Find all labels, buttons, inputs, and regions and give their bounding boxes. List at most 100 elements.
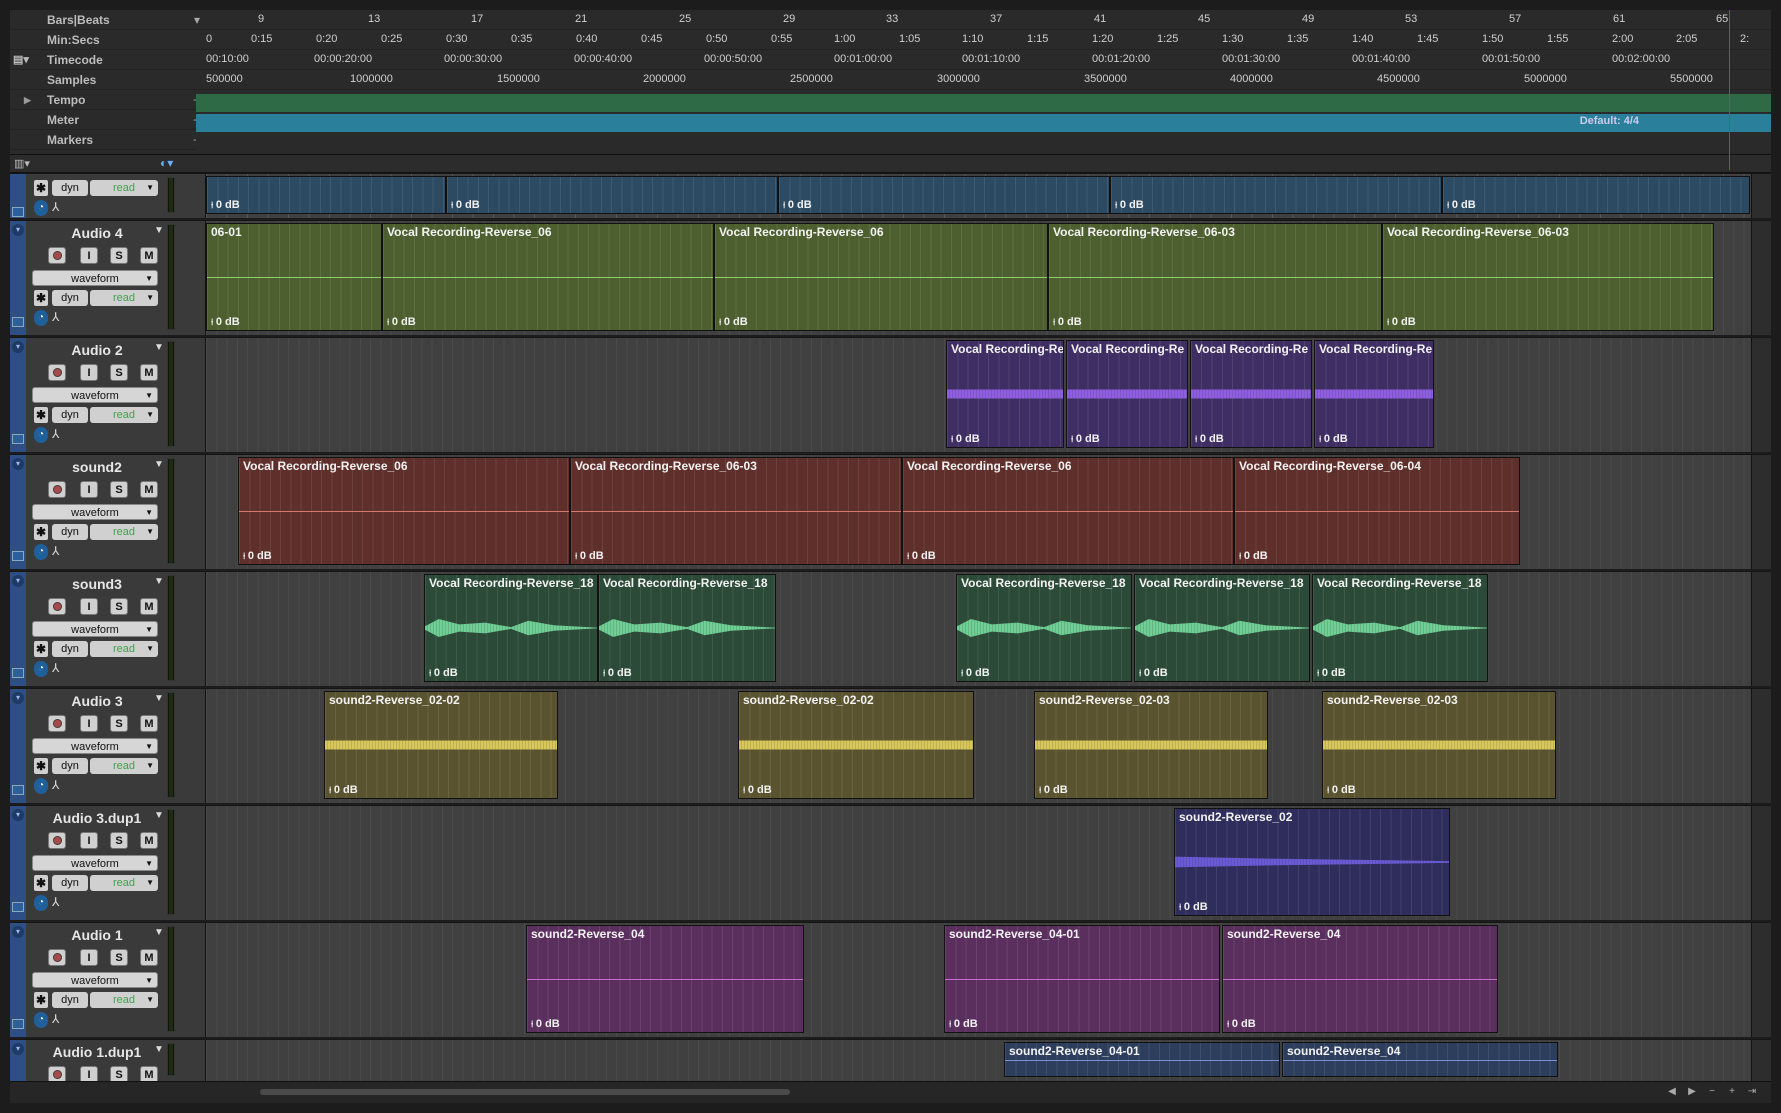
clip-gain-label[interactable]: 0 dB [575, 550, 604, 562]
clip-gain-label[interactable]: 0 dB [1195, 433, 1224, 445]
dyn-button[interactable]: dyn [52, 524, 88, 540]
track-name[interactable]: sound3 [32, 576, 162, 592]
voice-icon[interactable]: ◔ [34, 1012, 48, 1028]
audio-clip[interactable]: Vocal Recording-Reverse_06-04 0 dB [1234, 457, 1520, 565]
solo-button[interactable]: S [110, 481, 128, 498]
solo-button[interactable]: S [110, 832, 128, 849]
mute-button[interactable]: M [140, 247, 158, 264]
track-name[interactable]: Audio 2 [32, 342, 162, 358]
record-enable-button[interactable] [48, 949, 66, 966]
zoom-out-icon[interactable]: − [1705, 1084, 1719, 1100]
ruler-label-timecode[interactable]: ▤▾ Timecode [10, 50, 206, 70]
audio-clip[interactable]: sound2-Reverse_02-03 0 dB [1034, 691, 1268, 799]
clip-gain-label[interactable]: 0 dB [1039, 784, 1068, 796]
mute-button[interactable]: M [140, 832, 158, 849]
automation-mode-selector[interactable]: read [90, 641, 158, 657]
voice-icon[interactable]: ◔ [34, 427, 48, 443]
dyn-button[interactable]: dyn [52, 290, 88, 306]
audio-clip[interactable]: Vocal Recording-Reverse_06-03 0 dB [1048, 223, 1382, 331]
insert-icon[interactable]: ✱ [34, 875, 48, 891]
audio-clip[interactable]: sound2-Reverse_04-01 0 dB [944, 925, 1220, 1033]
track-lane[interactable]: Vocal Recording-Reverse_180 dB Vocal Reco… [206, 572, 1751, 686]
mute-button[interactable]: M [140, 364, 158, 381]
dyn-button[interactable]: dyn [52, 992, 88, 1008]
track-menu-icon[interactable]: ▼ [154, 927, 164, 938]
automation-mode-selector[interactable]: read [90, 875, 158, 891]
clip-gain-label[interactable]: 0 dB [783, 199, 812, 211]
solo-button[interactable]: S [110, 598, 128, 615]
track-menu-icon[interactable]: ▼ [154, 225, 164, 236]
input-monitor-button[interactable]: I [80, 247, 98, 264]
input-monitor-button[interactable]: I [80, 598, 98, 615]
clip-gain-label[interactable]: 0 dB [1139, 667, 1168, 679]
solo-button[interactable]: S [110, 715, 128, 732]
audio-clip[interactable]: 0 dB [446, 176, 778, 214]
input-monitor-button[interactable]: I [80, 364, 98, 381]
audio-clip[interactable]: sound2-Reverse_04 0 dB [526, 925, 804, 1033]
record-enable-button[interactable] [48, 832, 66, 849]
clip-gain-label[interactable]: 0 dB [1227, 1018, 1256, 1030]
ruler-menu-icon[interactable]: ▾ [194, 10, 200, 30]
track-menu-icon[interactable]: ▼ [154, 459, 164, 470]
ruler-label-tempo[interactable]: ▶Tempo+ [10, 90, 206, 110]
audio-clip[interactable]: sound2-Reverse_04 0 dB [1222, 925, 1498, 1033]
collapse-track-icon[interactable]: ▾ [12, 341, 24, 353]
input-monitor-button[interactable]: I [80, 1066, 98, 1081]
input-monitor-button[interactable]: I [80, 832, 98, 849]
mute-button[interactable]: M [140, 715, 158, 732]
clip-gain-label[interactable]: 0 dB [451, 199, 480, 211]
track-menu-icon[interactable]: ▼ [154, 810, 164, 821]
clip-gain-label[interactable]: 0 dB [1179, 901, 1208, 913]
audio-clip[interactable]: Vocal Recording-Re 0 dB [1066, 340, 1188, 448]
input-monitor-button[interactable]: I [80, 715, 98, 732]
clip-gain-label[interactable]: 0 dB [429, 667, 458, 679]
ruler-label-minsecs[interactable]: Min:Secs [10, 30, 206, 50]
audio-clip[interactable]: sound2-Reverse_04-01 [1004, 1042, 1280, 1077]
clip-gain-label[interactable]: 0 dB [329, 784, 358, 796]
scroll-right-icon[interactable]: ▶ [1685, 1084, 1699, 1100]
ruler-label-samples[interactable]: Samples [10, 70, 206, 90]
audio-clip[interactable]: Vocal Recording-Reverse_06 0 dB [714, 223, 1048, 331]
track-lane[interactable]: sound2-Reverse_04-01 sound2-Reverse_04 [206, 1040, 1751, 1081]
track-view-selector[interactable]: waveform [32, 621, 158, 638]
track-lane[interactable]: sound2-Reverse_02-020 dBsound2-Reverse_0… [206, 689, 1751, 803]
samples-ruler[interactable]: 500000 1000000 1500000 2000000 2500000 300000… [206, 70, 1771, 90]
audio-clip[interactable]: Vocal Recording-Re 0 dB [1190, 340, 1312, 448]
clip-gain-label[interactable]: 0 dB [243, 550, 272, 562]
mute-button[interactable]: M [140, 598, 158, 615]
audio-clip[interactable]: Vocal Recording-Reverse_18 0 dB [1312, 574, 1488, 682]
audio-clip[interactable]: Vocal Recording-Reverse_18 0 dB [956, 574, 1132, 682]
mute-button[interactable]: M [140, 1066, 158, 1081]
dyn-button[interactable]: dyn [52, 875, 88, 891]
clip-gain-label[interactable]: 0 dB [531, 1018, 560, 1030]
audio-clip[interactable]: 0 dB [206, 176, 446, 214]
audio-clip[interactable]: Vocal Recording-Reverse_06 0 dB [382, 223, 714, 331]
track-name[interactable]: Audio 4 [32, 225, 162, 241]
timecode-ruler[interactable]: 00:10:00 00:00:20:00 00:00:30:00 00:00:40:0… [206, 50, 1771, 70]
audio-clip[interactable]: sound2-Reverse_02 0 dB [1174, 808, 1450, 916]
track-name[interactable]: sound2 [32, 459, 162, 475]
track-name[interactable]: Audio 3.dup1 [32, 810, 162, 826]
clip-gain-label[interactable]: 0 dB [1239, 550, 1268, 562]
clip-gain-label[interactable]: 0 dB [387, 316, 416, 328]
track-list-menu-icon[interactable]: ▥▾ [14, 157, 30, 170]
clip-gain-label[interactable]: 0 dB [719, 316, 748, 328]
dyn-button[interactable]: dyn [52, 180, 88, 196]
track-view-selector[interactable]: waveform [32, 504, 158, 521]
clip-gain-label[interactable]: 0 dB [211, 199, 240, 211]
collapse-track-icon[interactable]: ▾ [12, 1043, 24, 1055]
mute-button[interactable]: M [140, 949, 158, 966]
insert-icon[interactable]: ✱ [34, 180, 48, 196]
track-lane[interactable]: Vocal Recording-Re0 dBVocal Recording-Re… [206, 338, 1751, 452]
playhead-line[interactable] [1729, 10, 1730, 170]
voice-icon[interactable]: ◔ [34, 661, 48, 677]
mute-button[interactable]: M [140, 481, 158, 498]
timebase-icon[interactable]: ⅄ [52, 661, 59, 675]
clip-gain-label[interactable]: 0 dB [1317, 667, 1346, 679]
clip-gain-label[interactable]: 0 dB [1387, 316, 1416, 328]
expand-triangle-icon[interactable]: ▶ [24, 90, 31, 110]
ruler-label-markers[interactable]: Markers+ [10, 130, 206, 150]
track-name[interactable]: Audio 3 [32, 693, 162, 709]
ruler-label-meter[interactable]: Meter+ [10, 110, 206, 130]
voice-icon[interactable]: ◔ [34, 200, 48, 216]
